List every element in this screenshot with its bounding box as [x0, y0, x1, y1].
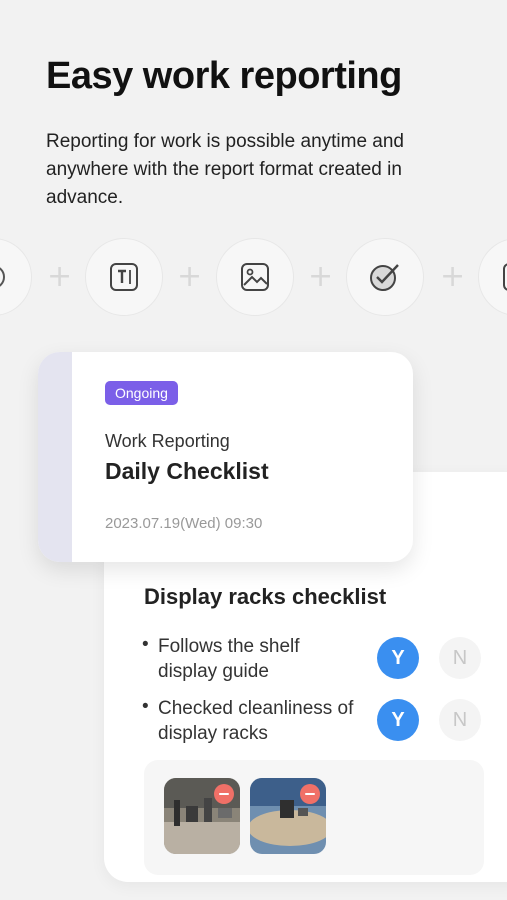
page-title: Easy work reporting — [46, 55, 402, 97]
yes-button[interactable]: Y — [377, 699, 419, 741]
photo-attachments — [144, 760, 484, 875]
card-accent-strip — [38, 352, 72, 562]
partial-circle-icon — [0, 238, 32, 316]
plus-separator: + — [47, 259, 73, 294]
plus-separator: + — [177, 259, 203, 294]
text-field-icon — [85, 238, 163, 316]
plus-separator: + — [440, 259, 466, 294]
partial-box-icon — [478, 238, 507, 316]
checklist-item: • Follows the shelf display guide Y N — [142, 634, 502, 694]
report-title: Daily Checklist — [105, 458, 269, 484]
report-category: Work Reporting — [105, 431, 230, 451]
report-card[interactable]: Ongoing Work Reporting Daily Checklist 2… — [38, 352, 413, 562]
photo-thumbnail[interactable] — [250, 778, 326, 854]
photo-thumbnail[interactable] — [164, 778, 240, 854]
report-datetime: 2023.07.19(Wed) 09:30 — [105, 515, 263, 532]
checklist-item: • Checked cleanliness of display racks Y… — [142, 696, 502, 756]
feature-icons-row: + + + + — [0, 238, 507, 318]
checklist-item-text: Checked cleanliness of display racks — [158, 698, 354, 744]
checklist-title: Display racks checklist — [144, 584, 387, 609]
screen: Easy work reporting Reporting for work i… — [0, 0, 507, 900]
plus-separator: + — [308, 259, 334, 294]
no-button[interactable]: N — [439, 637, 481, 679]
checklist-item-text: Follows the shelf display guide — [158, 636, 300, 682]
page-subtitle: Reporting for work is possible anytime a… — [46, 131, 405, 208]
no-button[interactable]: N — [439, 699, 481, 741]
remove-photo-icon[interactable] — [300, 784, 320, 804]
checkmark-circle-icon — [346, 238, 424, 316]
image-icon — [216, 238, 294, 316]
status-badge: Ongoing — [105, 381, 178, 405]
yes-button[interactable]: Y — [377, 637, 419, 679]
remove-photo-icon[interactable] — [214, 784, 234, 804]
